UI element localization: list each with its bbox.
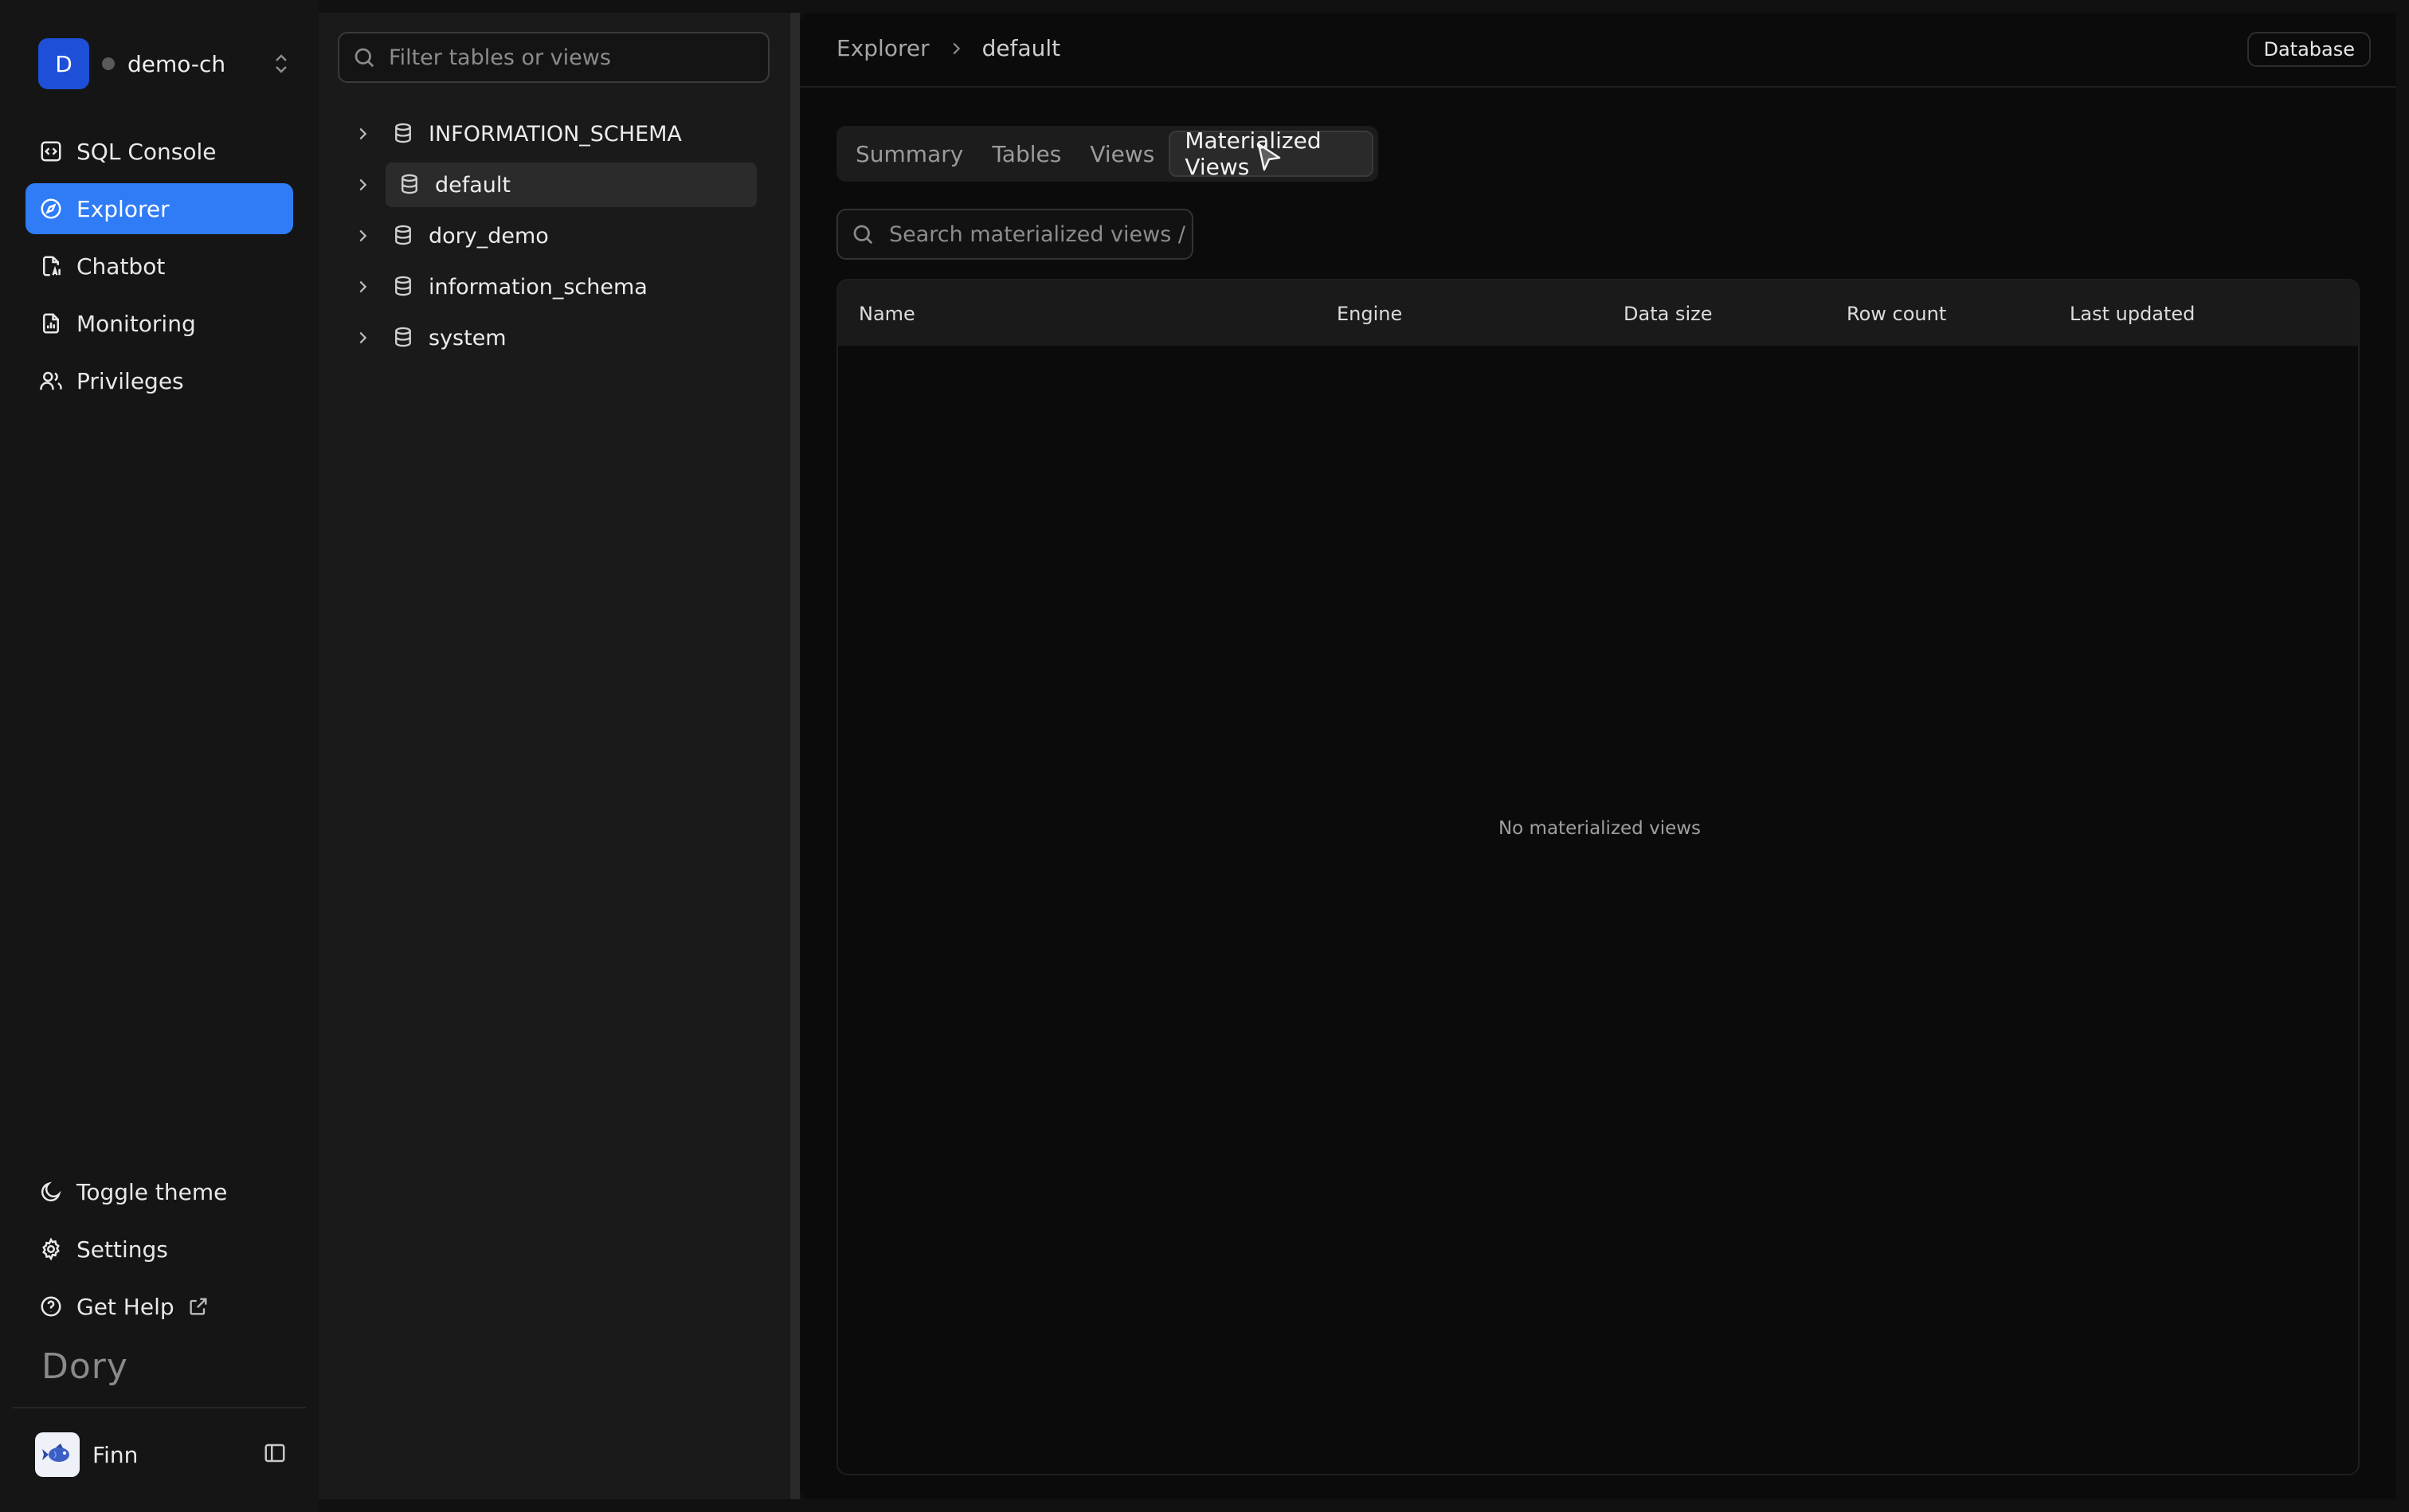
tree-item-default[interactable]: default [359, 163, 757, 207]
search-box[interactable] [836, 209, 1193, 260]
nav-bottom-menu: Toggle theme Settings Get Help [25, 1166, 293, 1338]
nav-item-label: Toggle theme [76, 1178, 228, 1205]
scope-badge: Database [2247, 32, 2371, 67]
database-icon [392, 275, 416, 299]
compass-icon [38, 196, 64, 221]
code-square-icon [38, 139, 64, 164]
materialized-views-table: Name Engine Data size Row count Last upd… [836, 279, 2360, 1475]
column-header-last-updated[interactable]: Last updated [2070, 303, 2195, 325]
chevron-right-icon[interactable] [351, 329, 374, 347]
tree-item-label: INFORMATION_SCHEMA [429, 121, 682, 147]
app-window: D demo-ch SQL Console Explorer Chatbot M… [0, 0, 2409, 1512]
tab-summary[interactable]: Summary [841, 131, 977, 177]
nav-item-explorer[interactable]: Explorer [25, 183, 293, 234]
database-icon [392, 326, 416, 350]
get-help-link[interactable]: Get Help [25, 1281, 293, 1332]
database-icon [392, 122, 416, 146]
moon-icon [38, 1179, 64, 1205]
column-header-row-count[interactable]: Row count [1847, 303, 1946, 325]
database-icon [392, 224, 416, 248]
workspace-avatar: D [38, 38, 89, 89]
search-icon [853, 225, 873, 245]
tree-item-label: default [435, 172, 511, 198]
breadcrumb: Explorer default [836, 35, 1060, 61]
empty-state: No materialized views [838, 346, 2358, 1474]
breadcrumb-explorer[interactable]: Explorer [836, 35, 930, 61]
database-tree-panel: INFORMATION_SCHEMA default dory_demo inf… [319, 13, 790, 1499]
nav-menu: SQL Console Explorer Chatbot Monitoring [25, 126, 293, 413]
chart-doc-icon [38, 311, 64, 336]
tree-item-label: dory_demo [429, 223, 549, 249]
nav-item-label: Privileges [76, 367, 184, 394]
nav-item-label: SQL Console [76, 138, 217, 165]
top-bar: Explorer default Database [800, 13, 2396, 88]
ai-doc-icon [38, 253, 64, 279]
brand-wordmark: Dory [41, 1346, 128, 1387]
help-circle-icon [38, 1294, 64, 1319]
tab-views[interactable]: Views [1075, 131, 1169, 177]
fish-avatar-icon [42, 1443, 69, 1462]
panel-resize-handle[interactable] [790, 13, 800, 1499]
nav-item-label: Explorer [76, 195, 170, 222]
users-icon [38, 368, 64, 394]
settings-button[interactable]: Settings [25, 1224, 293, 1275]
column-header-engine[interactable]: Engine [1337, 303, 1402, 325]
main-content: Explorer default Database Summary Tables… [800, 13, 2396, 1499]
nav-item-privileges[interactable]: Privileges [25, 355, 293, 406]
tab-tables[interactable]: Tables [977, 131, 1075, 177]
filter-box[interactable] [338, 32, 770, 83]
mouse-cursor-icon [1255, 142, 1283, 177]
tree-item-dory-demo[interactable]: dory_demo [351, 213, 757, 258]
search-icon [354, 48, 374, 68]
workspace-switcher[interactable]: D demo-ch [38, 38, 290, 89]
user-profile[interactable]: Finn [35, 1432, 287, 1477]
breadcrumb-current: default [981, 35, 1061, 61]
chevron-right-icon[interactable] [351, 125, 374, 143]
tree-item-information-schema-upper[interactable]: INFORMATION_SCHEMA [351, 112, 757, 156]
gear-icon [38, 1236, 64, 1262]
tree-item-system[interactable]: system [351, 315, 757, 360]
database-list: INFORMATION_SCHEMA default dory_demo inf… [351, 112, 757, 366]
chevron-right-icon[interactable] [351, 278, 374, 296]
nav-item-chatbot[interactable]: Chatbot [25, 241, 293, 292]
chevron-updown-icon[interactable] [272, 52, 290, 76]
nav-item-label: Monitoring [76, 310, 196, 337]
chevron-right-icon[interactable] [351, 176, 374, 194]
tree-item-label: system [429, 325, 507, 351]
chevron-right-icon[interactable] [351, 227, 374, 245]
connection-status-dot [102, 57, 115, 70]
workspace-name: demo-ch [127, 50, 226, 77]
left-nav: D demo-ch SQL Console Explorer Chatbot M… [0, 0, 319, 1512]
nav-item-label: Settings [76, 1236, 168, 1263]
nav-item-label: Chatbot [76, 253, 166, 280]
nav-item-sql-console[interactable]: SQL Console [25, 126, 293, 177]
tab-bar: Summary Tables Views Materialized Views [836, 126, 1378, 182]
search-input[interactable] [889, 221, 1192, 247]
nav-item-label: Get Help [76, 1293, 174, 1320]
avatar [35, 1432, 80, 1477]
nav-divider [13, 1407, 306, 1408]
user-name: Finn [92, 1441, 139, 1468]
column-header-data-size[interactable]: Data size [1624, 303, 1712, 325]
toggle-theme-button[interactable]: Toggle theme [25, 1166, 293, 1217]
filter-input[interactable] [389, 45, 755, 70]
nav-item-monitoring[interactable]: Monitoring [25, 298, 293, 349]
tree-item-information-schema[interactable]: information_schema [351, 264, 757, 309]
external-link-icon [187, 1295, 210, 1318]
sidebar-toggle-icon[interactable] [263, 1441, 287, 1468]
table-header: Name Engine Data size Row count Last upd… [838, 280, 2358, 346]
database-icon [398, 173, 422, 197]
tree-item-label: information_schema [429, 274, 648, 300]
empty-state-text: No materialized views [1498, 818, 1702, 839]
column-header-name[interactable]: Name [859, 303, 915, 325]
chevron-right-icon [947, 40, 965, 57]
